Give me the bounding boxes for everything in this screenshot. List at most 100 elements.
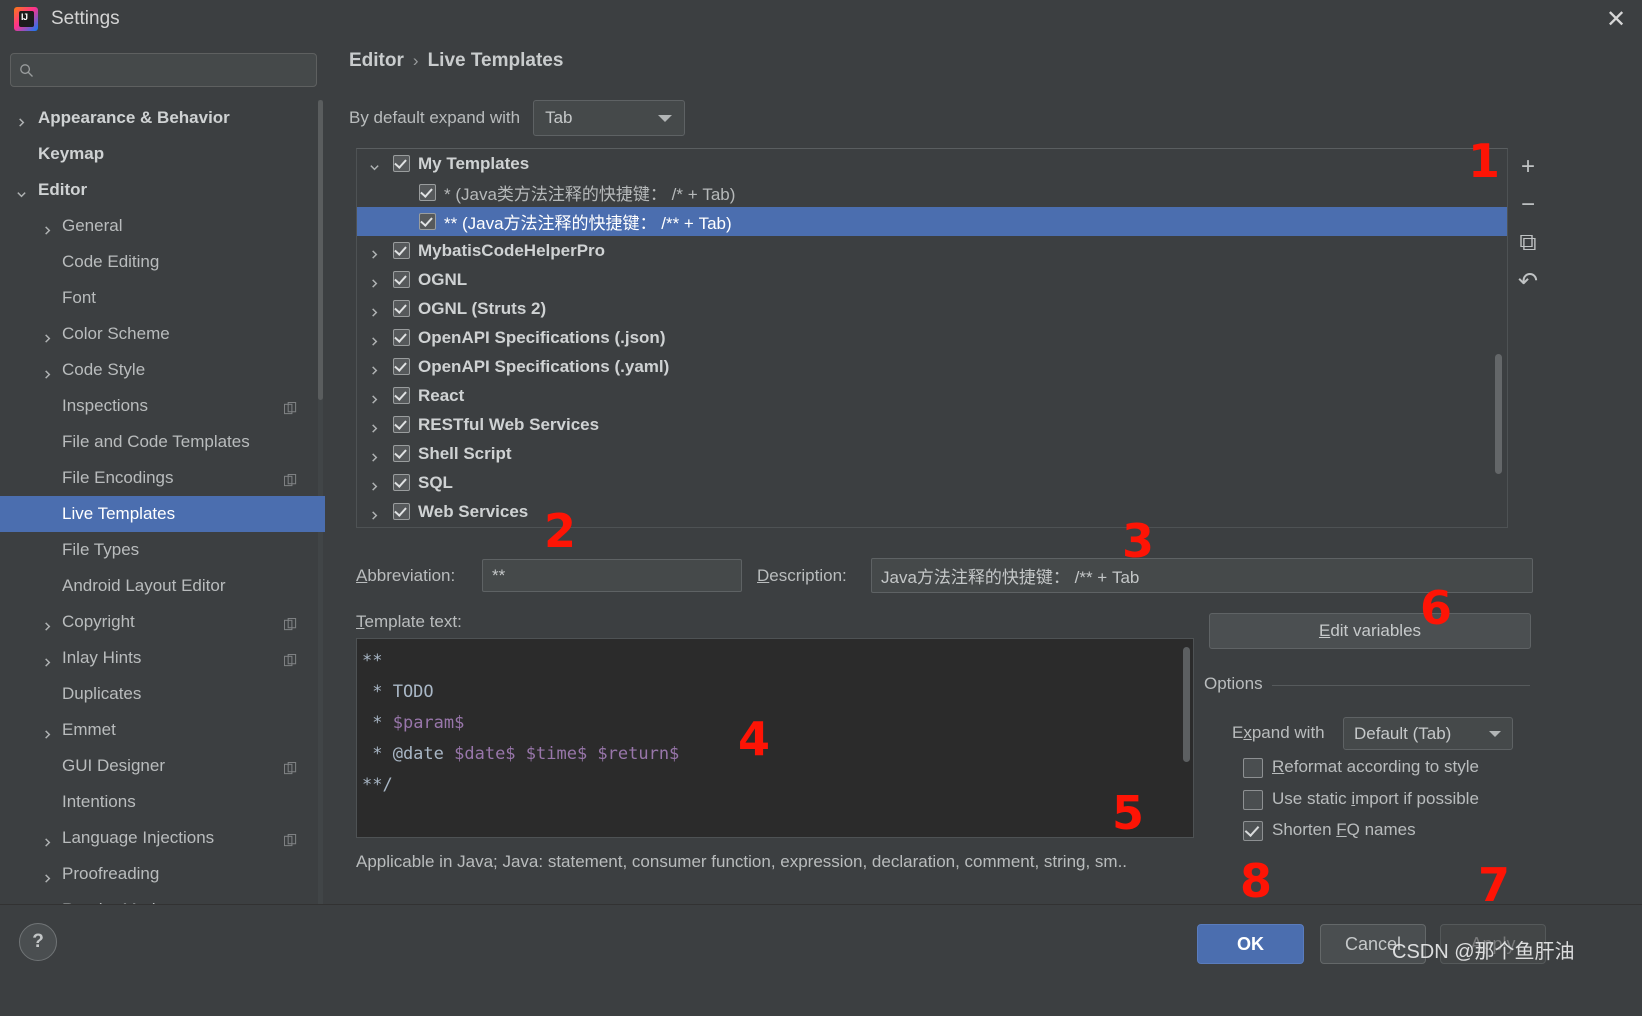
chevron-right-icon[interactable] [42, 653, 53, 667]
chevron-right-icon[interactable] [369, 332, 380, 346]
template-enabled-checkbox[interactable] [393, 387, 410, 404]
sidebar-item-duplicates[interactable]: Duplicates [0, 676, 325, 712]
chevron-right-icon[interactable] [42, 869, 53, 883]
chevron-right-icon[interactable] [42, 365, 53, 379]
sidebar-item-live-templates[interactable]: Live Templates [0, 496, 325, 532]
template-group-row[interactable]: * (Java类方法注释的快捷键： /* + Tab) [357, 178, 1507, 207]
template-enabled-checkbox[interactable] [393, 474, 410, 491]
chevron-down-icon[interactable] [369, 158, 380, 171]
template-enabled-checkbox[interactable] [393, 271, 410, 288]
template-group-row[interactable]: RESTful Web Services [357, 410, 1507, 439]
plus-icon[interactable]: + [1508, 148, 1548, 186]
copy-settings-icon[interactable] [283, 616, 297, 630]
template-enabled-checkbox[interactable] [419, 213, 436, 230]
chevron-right-icon[interactable] [16, 113, 27, 127]
sidebar-item-gui-designer[interactable]: GUI Designer [0, 748, 325, 784]
sidebar-item-proofreading[interactable]: Proofreading [0, 856, 325, 892]
default-expand-dropdown[interactable]: Tab [533, 100, 686, 136]
template-group-row[interactable]: Web Services [357, 497, 1507, 526]
template-group-row[interactable]: ** (Java方法注释的快捷键： /** + Tab) [357, 207, 1507, 236]
editor-scrollbar-thumb[interactable] [1183, 647, 1190, 762]
minus-icon[interactable]: − [1508, 186, 1548, 224]
template-group-row[interactable]: Shell Script [357, 439, 1507, 468]
copy-settings-icon[interactable] [283, 760, 297, 774]
help-button[interactable]: ? [19, 923, 57, 961]
sidebar-item-copyright[interactable]: Copyright [0, 604, 325, 640]
template-group-row[interactable]: OpenAPI Specifications (.yaml) [357, 352, 1507, 381]
chevron-right-icon[interactable] [42, 617, 53, 631]
sidebar-item-appearance-behavior[interactable]: Appearance & Behavior [0, 100, 325, 136]
template-group-row[interactable]: OGNL (Struts 2) [357, 294, 1507, 323]
sidebar-item-label: Proofreading [62, 864, 160, 883]
close-icon[interactable]: ✕ [1590, 0, 1642, 38]
chevron-right-icon[interactable] [369, 303, 380, 317]
default-expand-label: By default expand with [349, 108, 521, 127]
copy-icon[interactable]: ⧉ [1508, 224, 1548, 262]
sidebar-item-font[interactable]: Font [0, 280, 325, 316]
sidebar-item-language-injections[interactable]: Language Injections [0, 820, 325, 856]
template-group-row[interactable]: OpenAPI Specifications (.json) [357, 323, 1507, 352]
chevron-right-icon[interactable] [369, 361, 380, 375]
chevron-right-icon[interactable] [42, 221, 53, 235]
copy-settings-icon[interactable] [283, 832, 297, 846]
sidebar-item-keymap[interactable]: Keymap [0, 136, 325, 172]
sidebar-item-android-layout-editor[interactable]: Android Layout Editor [0, 568, 325, 604]
chevron-right-icon[interactable] [369, 245, 380, 259]
sidebar-item-reader-mode[interactable]: Reader Mode [0, 892, 325, 904]
template-enabled-checkbox[interactable] [419, 184, 436, 201]
live-templates-list[interactable]: My Templates * (Java类方法注释的快捷键： /* + Tab) *… [356, 148, 1508, 528]
template-enabled-checkbox[interactable] [393, 242, 410, 259]
template-enabled-checkbox[interactable] [393, 416, 410, 433]
chevron-right-icon[interactable] [369, 419, 380, 433]
template-group-row[interactable]: My Templates [357, 149, 1507, 178]
chevron-right-icon[interactable] [369, 448, 380, 462]
copy-settings-icon[interactable] [283, 400, 297, 414]
template-group-row[interactable]: SQL [357, 468, 1507, 497]
sidebar-item-emmet[interactable]: Emmet [0, 712, 325, 748]
sidebar-item-intentions[interactable]: Intentions [0, 784, 325, 820]
chevron-right-icon[interactable] [369, 390, 380, 404]
chevron-right-icon[interactable] [42, 329, 53, 343]
breadcrumb-parent[interactable]: Editor [349, 50, 404, 71]
template-enabled-checkbox[interactable] [393, 445, 410, 462]
abbreviation-field[interactable]: ** [482, 559, 742, 592]
copy-settings-icon[interactable] [283, 652, 297, 666]
sidebar-item-file-encodings[interactable]: File Encodings [0, 460, 325, 496]
chevron-right-icon[interactable] [369, 506, 380, 520]
edit-variables-button[interactable]: Edit variables [1209, 613, 1531, 649]
chevron-down-icon [1489, 730, 1501, 737]
search-input[interactable] [34, 60, 316, 80]
search-box[interactable] [10, 53, 317, 87]
option-checkbox-use-static-import-if-possible[interactable] [1243, 790, 1263, 810]
template-enabled-checkbox[interactable] [393, 358, 410, 375]
template-group-row[interactable]: OGNL [357, 265, 1507, 294]
revert-icon[interactable]: ↶ [1508, 262, 1548, 300]
chevron-right-icon[interactable] [42, 833, 53, 847]
list-scrollbar-thumb[interactable] [1495, 354, 1502, 474]
sidebar-item-color-scheme[interactable]: Color Scheme [0, 316, 325, 352]
template-group-row[interactable]: React [357, 381, 1507, 410]
expand-with-dropdown[interactable]: Default (Tab) [1343, 717, 1513, 750]
ok-button[interactable]: OK [1197, 924, 1304, 964]
copy-settings-icon[interactable] [283, 472, 297, 486]
template-text-editor[interactable]: ** * TODO * $param$ * @date $date$ $time… [356, 638, 1194, 838]
option-checkbox-reformat-according-to-style[interactable] [1243, 758, 1263, 778]
sidebar-item-file-and-code-templates[interactable]: File and Code Templates [0, 424, 325, 460]
chevron-right-icon[interactable] [369, 477, 380, 491]
template-enabled-checkbox[interactable] [393, 155, 410, 172]
template-enabled-checkbox[interactable] [393, 503, 410, 520]
chevron-right-icon[interactable] [42, 725, 53, 739]
template-group-row[interactable]: MybatisCodeHelperPro [357, 236, 1507, 265]
sidebar-item-code-style[interactable]: Code Style [0, 352, 325, 388]
sidebar-item-editor[interactable]: Editor [0, 172, 325, 208]
option-checkbox-shorten-fq-names[interactable] [1243, 821, 1263, 841]
sidebar-item-inspections[interactable]: Inspections [0, 388, 325, 424]
template-enabled-checkbox[interactable] [393, 300, 410, 317]
sidebar-item-inlay-hints[interactable]: Inlay Hints [0, 640, 325, 676]
chevron-right-icon[interactable] [369, 274, 380, 288]
template-enabled-checkbox[interactable] [393, 329, 410, 346]
sidebar-item-general[interactable]: General [0, 208, 325, 244]
sidebar-item-code-editing[interactable]: Code Editing [0, 244, 325, 280]
chevron-down-icon[interactable] [16, 185, 27, 197]
sidebar-item-file-types[interactable]: File Types [0, 532, 325, 568]
